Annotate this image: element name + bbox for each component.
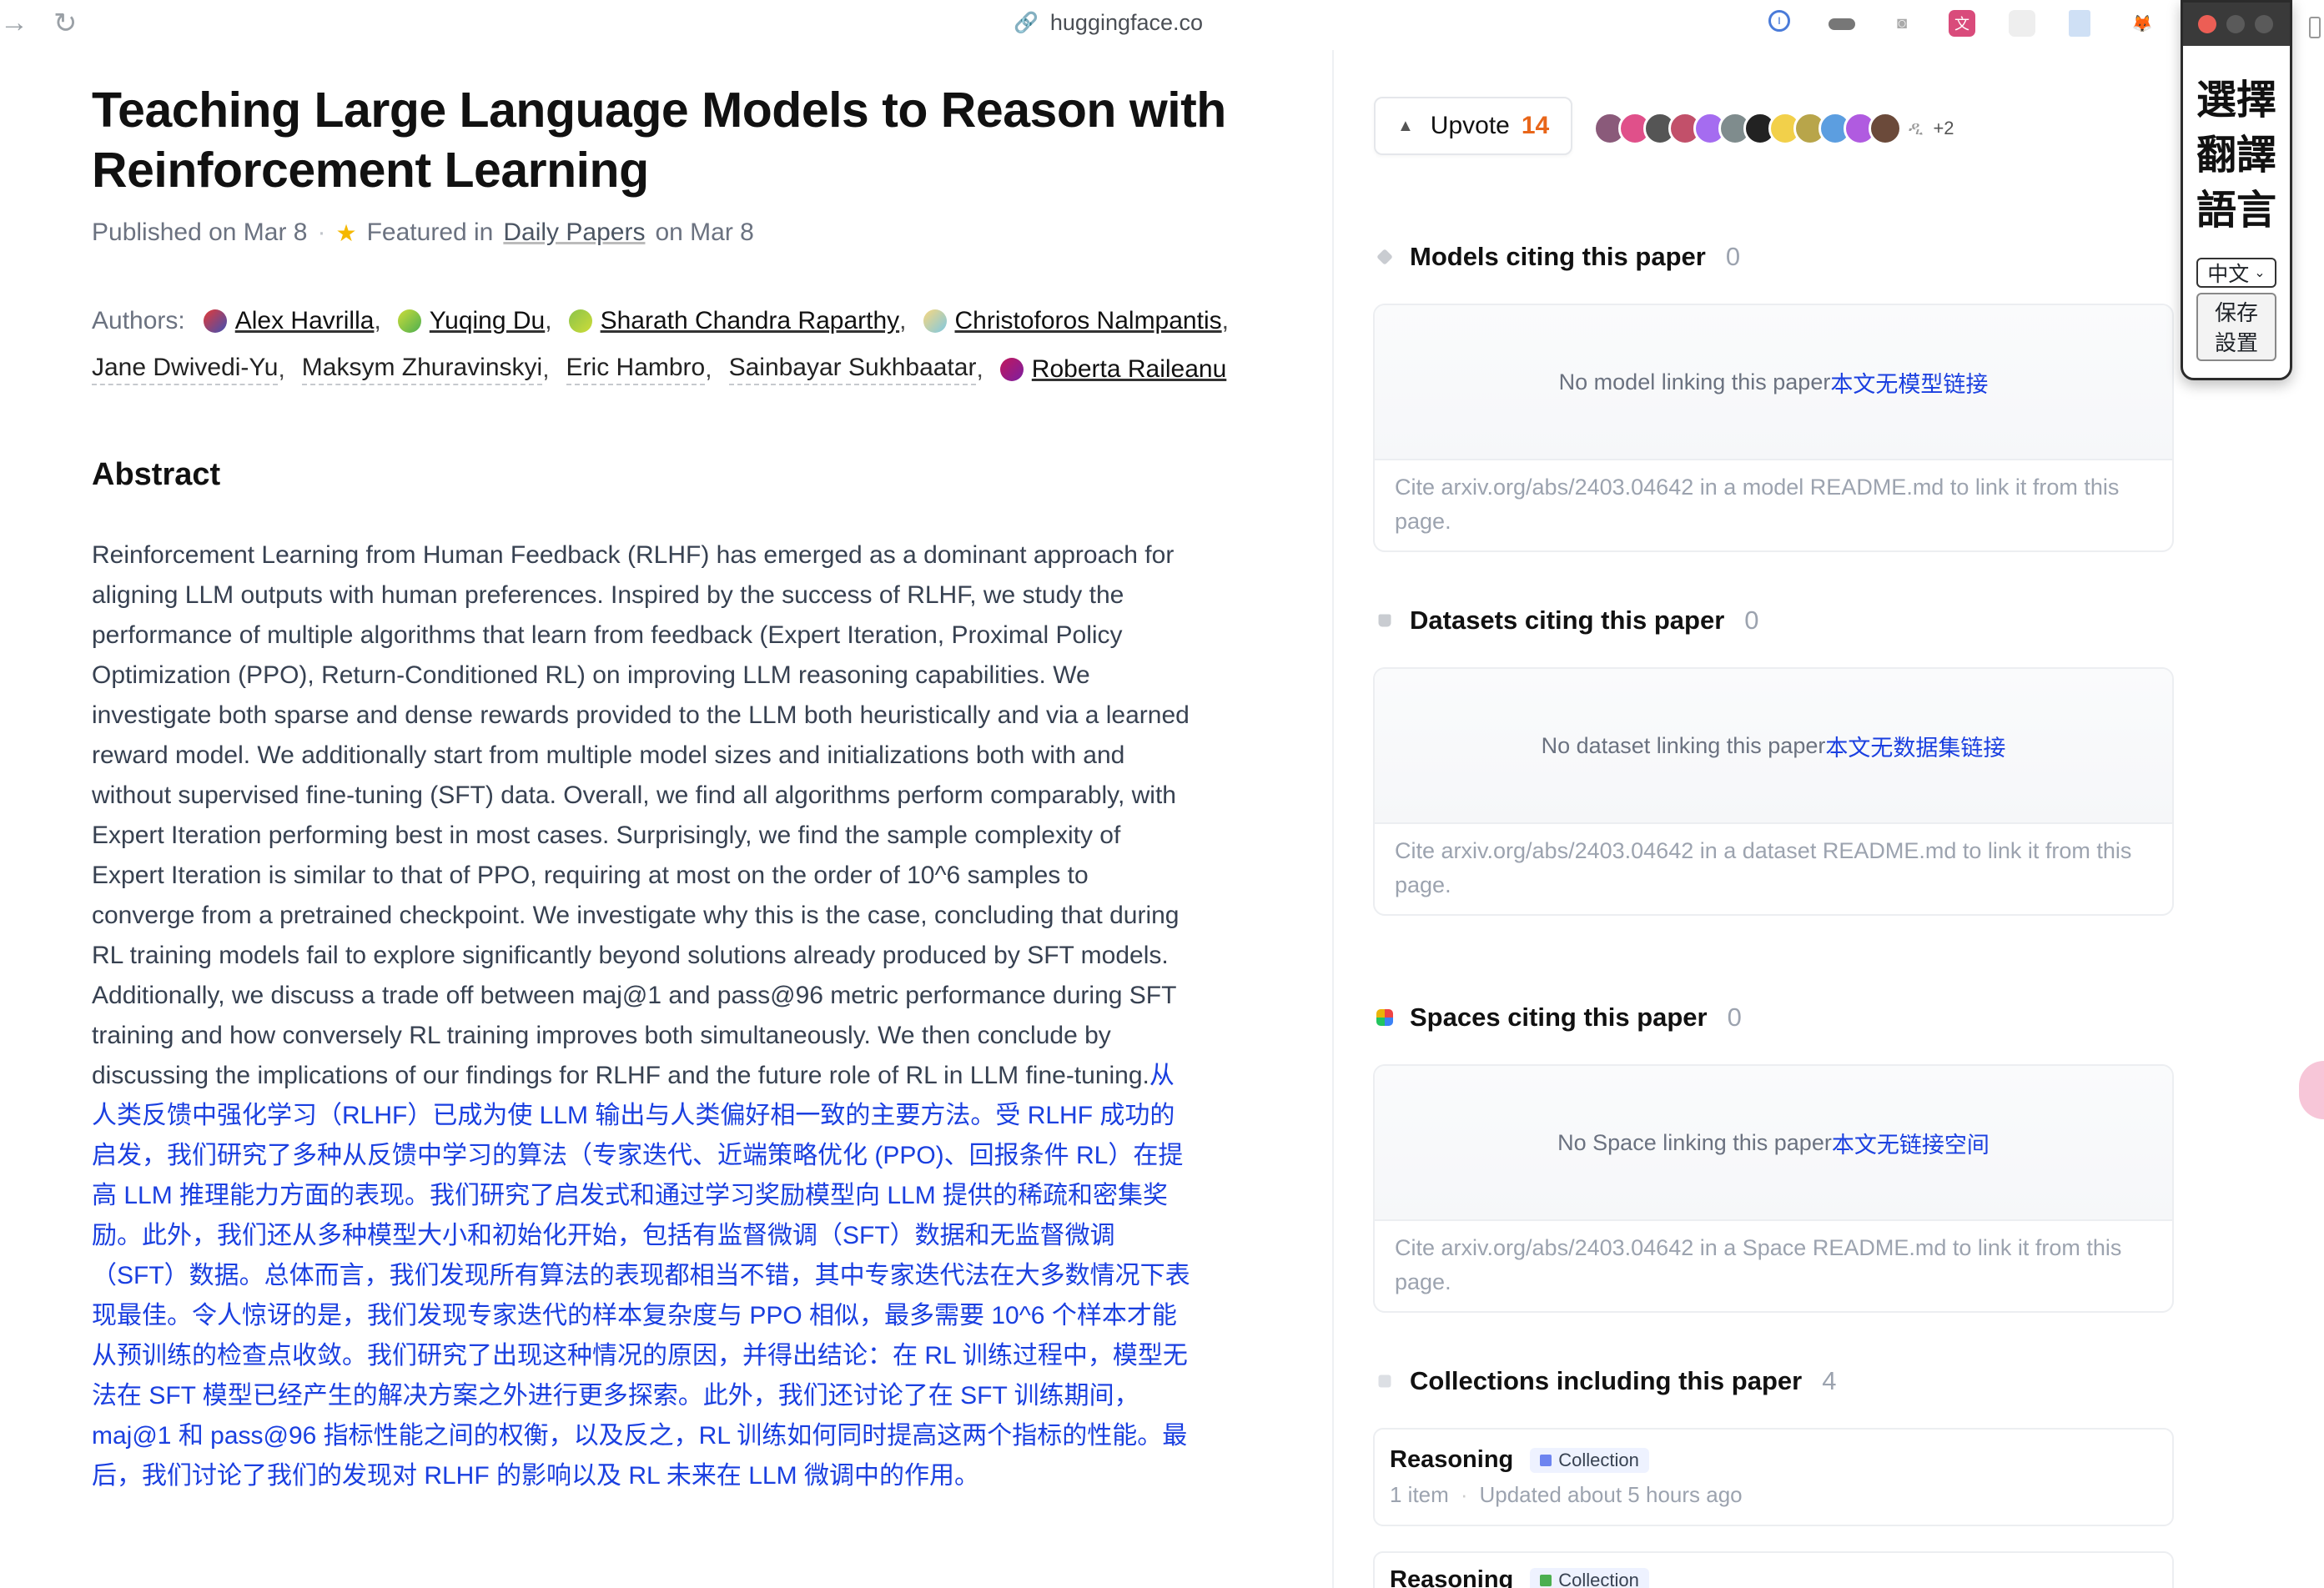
- collections-heading: Collections including this paper 4: [1376, 1366, 1836, 1396]
- author-link[interactable]: Alex Havrilla,: [203, 307, 381, 335]
- author-link[interactable]: Sharath Chandra Raparthy,: [568, 307, 907, 335]
- collection-icon: [1378, 1374, 1391, 1388]
- spaces-count: 0: [1727, 1003, 1742, 1032]
- privacy-icon[interactable]: [1829, 18, 1855, 30]
- models-empty-state: No model linking this paper 本文无模型链接: [1375, 305, 2172, 460]
- author-name[interactable]: Eric Hambro,: [566, 354, 712, 385]
- browser-toolbar: → ↻ 🔗 huggingface.co ı ◙ 文 🦊: [0, 0, 2324, 50]
- widget-titlebar[interactable]: [2183, 3, 2290, 46]
- datasets-heading: Datasets citing this paper 0: [1376, 606, 1759, 636]
- author-link[interactable]: Yuqing Du,: [397, 307, 552, 335]
- address-bar[interactable]: 🔗 huggingface.co: [1014, 10, 1203, 36]
- spaces-empty-state: No Space linking this paper 本文无链接空间: [1375, 1066, 2172, 1221]
- column-divider: [1332, 50, 1334, 1588]
- database-icon: [1378, 614, 1391, 627]
- link-icon: 🔗: [1014, 12, 1039, 34]
- sidebar-toggle-icon[interactable]: [2309, 17, 2321, 38]
- collection-name: Reasoning: [1390, 1446, 1514, 1473]
- upvoter-avatars[interactable]: ዲ +2: [1593, 112, 1954, 145]
- widget-title: 選擇 翻譯 語言: [2196, 77, 2276, 234]
- abstract-heading: Abstract: [92, 457, 221, 492]
- models-cite-hint: Cite arxiv.org/abs/2403.04642 in a model…: [1395, 475, 2120, 534]
- avatar: [1869, 112, 1902, 145]
- fox-extension-icon[interactable]: 🦊: [2129, 10, 2155, 37]
- abstract-text: Reinforcement Learning from Human Feedba…: [92, 535, 1193, 1496]
- abstract-translation: 从人类反馈中强化学习（RLHF）已成为使 LLM 输出与人类偏好相一致的主要方法…: [92, 1062, 1190, 1490]
- paper-title: Teaching Large Language Models to Reason…: [92, 83, 1226, 198]
- collection-badge: Collection: [1530, 1447, 1649, 1473]
- datasets-cite-hint: Cite arxiv.org/abs/2403.04642 in a datas…: [1395, 838, 2132, 897]
- camera-icon[interactable]: ◙: [1889, 10, 1915, 37]
- author-avatar: [999, 358, 1024, 381]
- collections-count: 4: [1822, 1366, 1837, 1395]
- reload-icon[interactable]: ↻: [53, 7, 78, 40]
- document-extension-icon[interactable]: [2069, 10, 2090, 37]
- authors-label: Authors:: [92, 307, 185, 334]
- floating-edge-button[interactable]: [2299, 1061, 2324, 1119]
- close-icon[interactable]: [2198, 15, 2216, 33]
- authors-line-2: Jane Dwivedi-Yu, Maksym Zhuravinskyi, Er…: [92, 354, 1260, 385]
- models-card: No model linking this paper 本文无模型链接 Cite …: [1373, 304, 2174, 552]
- spaces-icon: [1376, 1009, 1393, 1026]
- models-heading: Models citing this paper 0: [1376, 242, 1740, 272]
- featured-suffix: on Mar 8: [655, 219, 754, 246]
- forward-arrow-icon[interactable]: →: [0, 7, 28, 39]
- url-text: huggingface.co: [1049, 10, 1204, 35]
- author-avatar: [397, 309, 421, 333]
- chevron-down-icon: ⌄: [2254, 266, 2266, 280]
- translation-widget: 選擇 翻譯 語言 中文 ⌄ 保存 設置: [2181, 0, 2292, 380]
- translate-extension-icon[interactable]: 文: [1949, 10, 1975, 37]
- grid-extension-icon[interactable]: [2009, 10, 2035, 37]
- collection-badge: Collection: [1530, 1567, 1649, 1588]
- upvote-arrow-icon: ▲: [1397, 116, 1414, 135]
- abstract-english: Reinforcement Learning from Human Feedba…: [92, 541, 1190, 1089]
- cube-icon: [1376, 249, 1393, 265]
- paper-meta: Published on Mar 8 · ★ Featured in Daily…: [92, 219, 754, 247]
- authors-line-1: Authors: Alex Havrilla, Yuqing Du, Shara…: [92, 307, 1260, 335]
- star-icon: ★: [335, 219, 357, 246]
- collection-badge-icon: [1540, 1574, 1552, 1586]
- collection-card[interactable]: Reasoning Collection 1 item · Updated about…: [1373, 1428, 2174, 1526]
- featured-prefix: Featured in: [366, 219, 494, 246]
- author-link[interactable]: Roberta Raileanu: [999, 355, 1226, 384]
- collection-meta: 1 item · Updated about 5 hours ago: [1390, 1482, 1743, 1507]
- author-avatar: [568, 309, 592, 333]
- minimize-icon[interactable]: [2226, 15, 2245, 33]
- published-date: Published on Mar 8: [92, 219, 308, 246]
- user-icon: ዲ: [1909, 118, 1924, 138]
- collection-card[interactable]: Reasoning Collection: [1373, 1551, 2174, 1588]
- author-avatar: [923, 309, 947, 333]
- upvote-count: 14: [1521, 112, 1550, 139]
- spaces-cite-hint: Cite arxiv.org/abs/2403.04642 in a Space…: [1395, 1235, 2122, 1294]
- author-name[interactable]: Maksym Zhuravinskyi,: [301, 354, 550, 385]
- daily-papers-link[interactable]: Daily Papers: [503, 219, 645, 247]
- extra-upvoters-count: +2: [1933, 118, 1954, 138]
- spaces-heading: Spaces citing this paper 0: [1376, 1003, 1742, 1033]
- models-count: 0: [1725, 242, 1741, 271]
- datasets-empty-state: No dataset linking this paper 本文无数据集链接: [1375, 669, 2172, 824]
- datasets-card: No dataset linking this paper 本文无数据集链接 Ci…: [1373, 667, 2174, 916]
- password-manager-icon[interactable]: ı: [1768, 10, 1790, 32]
- datasets-count: 0: [1744, 606, 1759, 635]
- spaces-card: No Space linking this paper 本文无链接空间 Cite …: [1373, 1064, 2174, 1313]
- author-avatar: [203, 309, 227, 333]
- author-name[interactable]: Sainbayar Sukhbaatar,: [728, 354, 983, 385]
- collection-badge-icon: [1540, 1454, 1552, 1466]
- maximize-icon[interactable]: [2255, 15, 2273, 33]
- language-select[interactable]: 中文 ⌄: [2196, 258, 2276, 288]
- save-settings-button[interactable]: 保存 設置: [2196, 293, 2276, 361]
- separator-dot: ·: [317, 219, 326, 246]
- upvote-label: Upvote: [1430, 112, 1510, 139]
- collection-name: Reasoning: [1390, 1566, 1514, 1588]
- author-link[interactable]: Christoforos Nalmpantis,: [923, 307, 1229, 335]
- upvote-button[interactable]: ▲ Upvote 14: [1374, 97, 1572, 155]
- author-name[interactable]: Jane Dwivedi-Yu,: [92, 354, 285, 385]
